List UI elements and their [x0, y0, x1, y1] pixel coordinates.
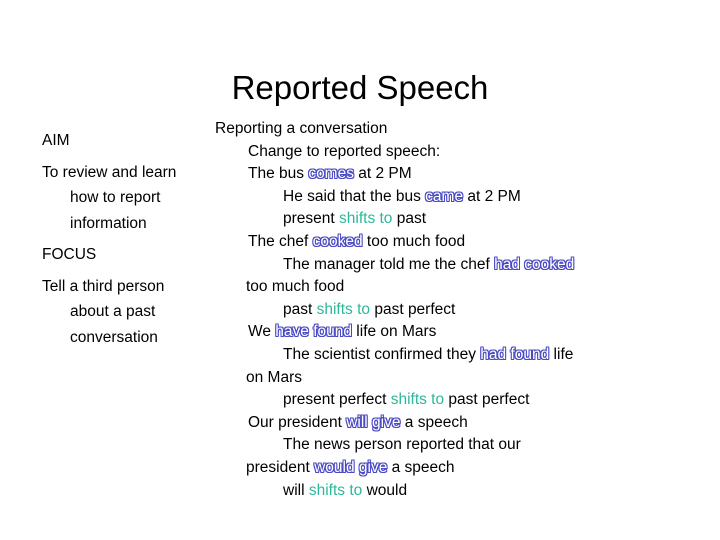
line-text: Change to reported speech:: [248, 142, 441, 160]
line-text: The manager told me the chef: [283, 255, 495, 273]
line-text: past: [392, 210, 427, 228]
line-text: The news person reported that our: [283, 436, 521, 454]
example-line-l10: We have found life on Mars: [215, 321, 693, 344]
example-line-l2: Change to reported speech:: [215, 141, 693, 164]
example-line-l11: The scientist confirmed they had found l…: [215, 344, 693, 367]
verb-form-highlight: cooked: [312, 232, 363, 250]
shift-rule-highlight: shifts to: [316, 300, 371, 318]
example-line-l8: too much food: [215, 276, 693, 299]
line-text: The bus: [248, 165, 309, 183]
verb-form-highlight: will give: [346, 413, 401, 431]
line-text: a speech: [400, 413, 468, 431]
line-text: past perfect: [370, 300, 456, 318]
shift-rule-highlight: shifts to: [339, 210, 393, 228]
example-line-l3: The bus comes at 2 PM: [215, 163, 693, 186]
verb-form-highlight: had found: [480, 345, 550, 363]
slide-canvas: Reported Speech AIM To review and learn h…: [0, 0, 720, 540]
line-text: present: [283, 210, 340, 228]
line-text: He said that the bus: [283, 187, 426, 205]
example-line-l14: Our president will give a speech: [215, 412, 693, 435]
line-text: would: [362, 481, 408, 499]
line-text: will: [283, 481, 309, 499]
example-line-l13: present perfect shifts to past perfect: [215, 389, 693, 412]
line-text: too much food: [246, 278, 345, 296]
left-text-column: AIM To review and learn how to report inf…: [42, 128, 194, 356]
example-line-l7: The manager told me the chef had cooked: [215, 254, 693, 277]
line-text: The scientist confirmed they: [283, 345, 481, 363]
line-text: The chef: [248, 232, 313, 250]
line-text: on Mars: [246, 368, 302, 386]
verb-form-highlight: came: [425, 187, 464, 205]
left-block-aim-heading: AIM: [42, 132, 70, 149]
line-text: present perfect: [283, 391, 391, 409]
example-line-l1: Reporting a conversation: [215, 118, 693, 141]
line-text: past perfect: [444, 391, 530, 409]
line-text: at 2 PM: [353, 165, 412, 183]
verb-form-highlight: would give: [314, 458, 388, 476]
example-line-l5: present shifts to past: [215, 208, 693, 231]
left-block-focus-heading: FOCUS: [42, 246, 97, 263]
line-text: life: [549, 345, 574, 363]
shift-rule-highlight: shifts to: [308, 481, 363, 499]
line-text: life on Mars: [352, 323, 437, 341]
line-text: a speech: [387, 458, 455, 476]
right-text-column: Reporting a conversation Change to report…: [215, 118, 693, 502]
example-line-l12: on Mars: [215, 367, 693, 390]
line-text: at 2 PM: [463, 187, 521, 205]
line-text: Our president: [248, 413, 347, 431]
line-text: president: [246, 458, 315, 476]
left-block-aim-body: To review and learn how to report inform…: [42, 163, 177, 232]
example-line-l17: will shifts to would: [215, 480, 693, 503]
shift-rule-highlight: shifts to: [390, 391, 445, 409]
example-line-l15: The news person reported that our: [215, 434, 693, 457]
line-text: We: [248, 323, 276, 341]
line-text: too much food: [362, 232, 466, 250]
example-line-l4: He said that the bus came at 2 PM: [215, 186, 693, 209]
example-line-l9: past shifts to past perfect: [215, 299, 693, 322]
line-text: past: [283, 300, 317, 318]
page-title: Reported Speech: [231, 69, 489, 107]
left-block-focus-body: Tell a third person about a past convers…: [42, 277, 165, 346]
verb-form-highlight: have found: [275, 323, 353, 341]
line-text: Reporting a conversation: [215, 120, 388, 137]
example-line-l16: president would give a speech: [215, 457, 693, 480]
verb-form-highlight: had cooked: [494, 255, 575, 273]
example-line-l6: The chef cooked too much food: [215, 231, 693, 254]
verb-form-highlight: comes: [308, 165, 355, 183]
